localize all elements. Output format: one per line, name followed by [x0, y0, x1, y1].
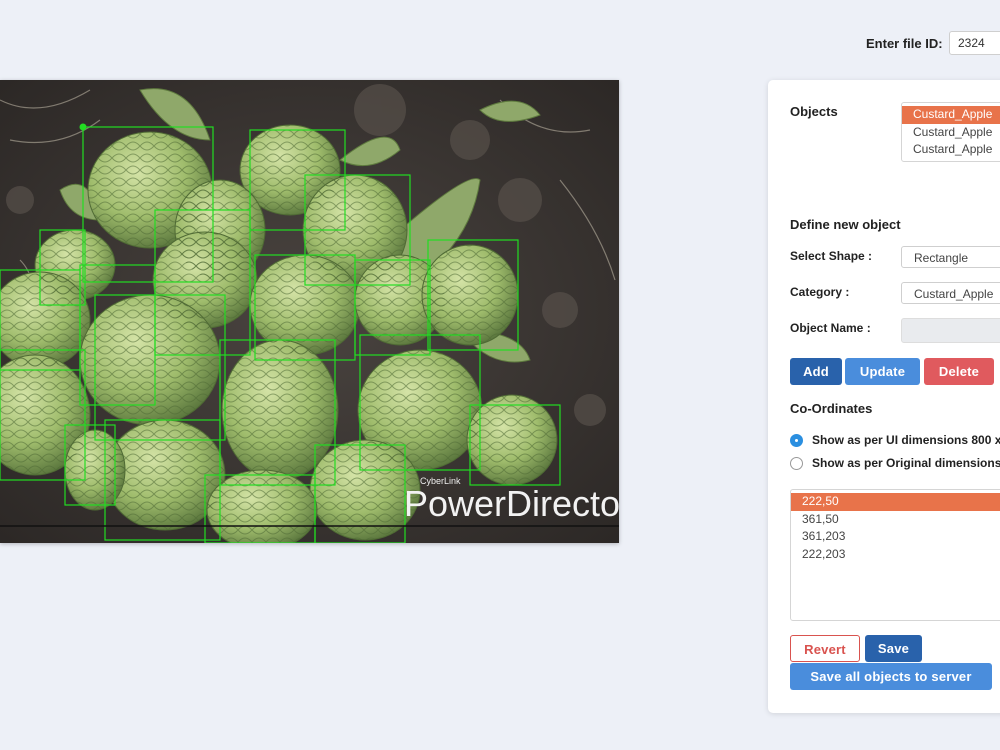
coordinate-option[interactable]: 222,203: [791, 546, 1000, 564]
radio-original-label: Show as per Original dimensions: [812, 456, 1000, 470]
box-handle[interactable]: [79, 123, 87, 131]
object-option[interactable]: Custard_Apple: [902, 124, 1000, 142]
objects-label: Objects: [790, 104, 838, 119]
coordinates-list[interactable]: 222,50 361,50 361,203 222,203: [790, 489, 1000, 621]
save-all-button[interactable]: Save all objects to server: [790, 663, 992, 690]
select-shape-label: Select Shape :: [790, 249, 873, 263]
shape-select[interactable]: Rectangle: [901, 246, 1000, 268]
file-id-label: Enter file ID:: [866, 36, 943, 51]
category-select[interactable]: Custard_Apple: [901, 282, 1000, 304]
object-name-input[interactable]: [901, 318, 1000, 343]
save-button[interactable]: Save: [865, 635, 922, 662]
delete-button[interactable]: Delete: [924, 358, 994, 385]
coordinate-option[interactable]: 361,203: [791, 528, 1000, 546]
radio-original-dimensions[interactable]: [790, 457, 803, 470]
update-button[interactable]: Update: [845, 358, 920, 385]
revert-button[interactable]: Revert: [790, 635, 860, 662]
coordinate-option[interactable]: 222,50: [791, 493, 1000, 511]
coordinate-option[interactable]: 361,50: [791, 511, 1000, 529]
objects-list[interactable]: Custard_Apple Custard_Apple Custard_Appl…: [901, 102, 1000, 162]
add-button[interactable]: Add: [790, 358, 842, 385]
coordinates-title: Co-Ordinates: [790, 401, 873, 416]
radio-ui-dimensions[interactable]: [790, 434, 803, 447]
annotated-image[interactable]: CyberLink PowerDirector: [0, 80, 619, 543]
define-object-title: Define new object: [790, 217, 901, 232]
category-label: Category :: [790, 285, 850, 299]
watermark-text: PowerDirector: [404, 483, 619, 524]
image-canvas[interactable]: CyberLink PowerDirector: [0, 80, 619, 543]
object-option[interactable]: Custard_Apple: [902, 106, 1000, 124]
file-id-input[interactable]: [949, 31, 1000, 55]
object-name-label: Object Name :: [790, 321, 871, 335]
annotation-panel: Objects Custard_Apple Custard_Apple Cust…: [768, 80, 1000, 713]
radio-ui-label: Show as per UI dimensions 800 x: [812, 433, 1000, 447]
object-option[interactable]: Custard_Apple: [902, 141, 1000, 159]
